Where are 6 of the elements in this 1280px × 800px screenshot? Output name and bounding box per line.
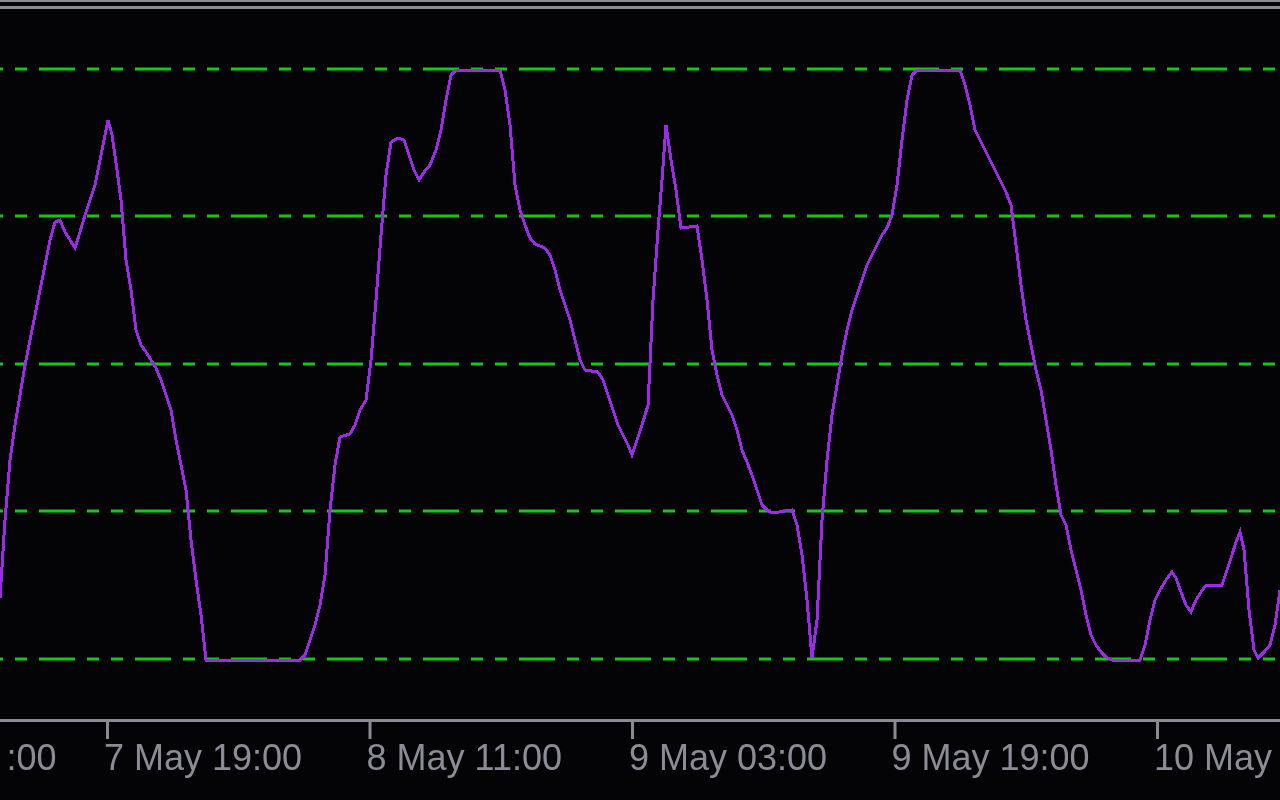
- time-label: :00: [6, 737, 57, 778]
- time-label: 9 May 03:00: [629, 737, 828, 778]
- time-label: 8 May 11:00: [366, 737, 562, 778]
- time-label: 10 May: [1154, 737, 1273, 778]
- time-label: 9 May 19:00: [891, 737, 1090, 778]
- time-label: 7 May 19:00: [104, 737, 303, 778]
